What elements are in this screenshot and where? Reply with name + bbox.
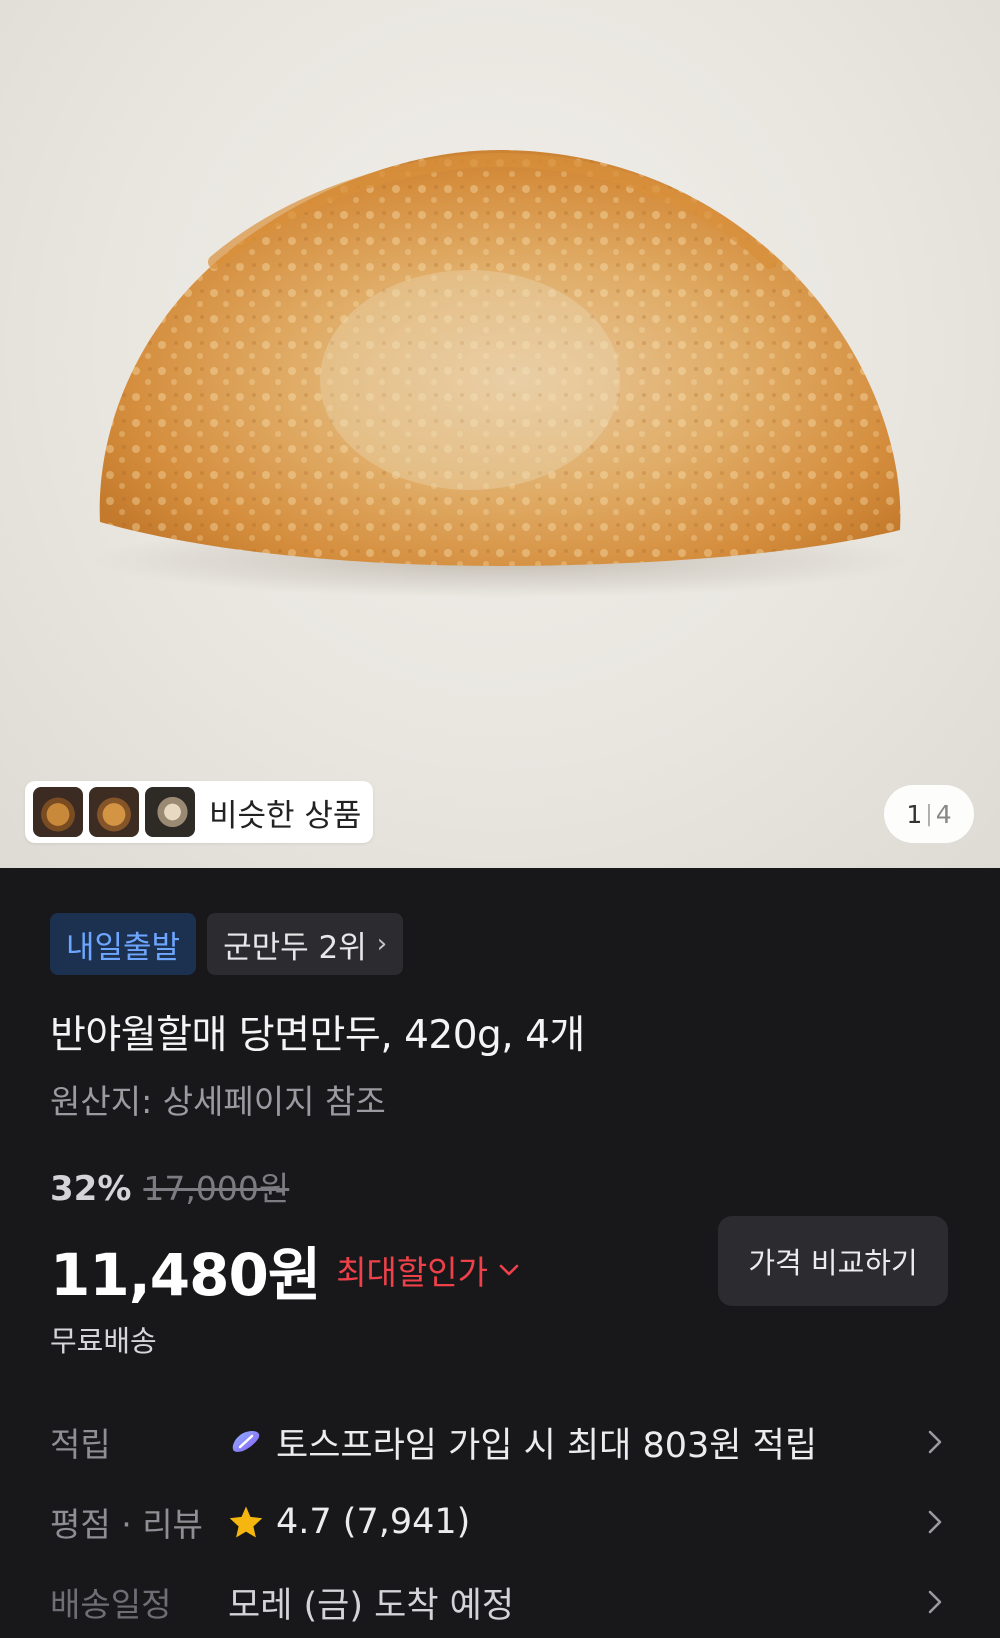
rating-value: 4.7 (7,941) [276,1502,471,1542]
delivery-schedule-value: 모레 (금) 도착 예정 [228,1585,515,1626]
product-badges: 내일출발 군만두 2위 › [50,913,404,975]
price-row: 11,480원 최대할인가 [50,1228,520,1312]
similar-product-thumbnail [145,787,195,837]
total-pages: 4 [935,799,952,829]
chevron-right-icon [928,1590,942,1614]
image-page-indicator: 1 | 4 [884,785,974,843]
chevron-right-icon [928,1430,942,1454]
chevron-right-icon: › [376,929,388,959]
delivery-schedule-row[interactable]: 배송일정 모레 (금) 도착 예정 [50,1572,950,1632]
current-page: 1 [906,799,923,829]
product-origin: 원산지: 상세페이지 참조 [50,1082,386,1121]
discount-row: 32% 17,000원 [50,1162,289,1210]
next-day-delivery-badge: 내일출발 [50,913,197,975]
rating-review-label: 평점 · 리뷰 [50,1505,203,1544]
dumpling-photo [90,150,910,598]
similar-products-label: 비슷한 상품 [209,797,362,834]
free-shipping-text: 무료배송 [50,1324,157,1358]
similar-products-chip[interactable]: 비슷한 상품 [25,781,373,843]
product-title: 반야월할매 당면만두, 420g, 4개 [50,1013,585,1058]
max-discount-label: 최대할인가 [336,1253,488,1292]
page-separator: | [925,801,933,827]
product-image[interactable]: 비슷한 상품 1 | 4 [0,0,1000,868]
toss-prime-icon [232,1430,260,1452]
similar-product-thumbnail [89,787,139,837]
sale-price: 11,480원 [50,1241,321,1309]
points-row[interactable]: 적립 토스프라임 가입 시 최대 803원 적립 [50,1412,950,1472]
star-icon [229,1506,263,1538]
next-day-delivery-label: 내일출발 [66,929,181,966]
chevron-right-icon [928,1510,942,1534]
chevron-down-icon [499,1264,519,1276]
max-discount-toggle[interactable]: 최대할인가 [336,1246,520,1294]
points-label: 적립 [50,1425,111,1464]
discount-rate: 32% [50,1169,132,1209]
rating-review-row[interactable]: 평점 · 리뷰 4.7 (7,941) [50,1492,950,1552]
compare-price-button[interactable]: 가격 비교하기 [718,1216,948,1306]
category-rank-label: 군만두 2위 [223,929,367,966]
original-price: 17,000원 [143,1169,290,1208]
category-rank-badge[interactable]: 군만두 2위 › [207,913,404,975]
points-value: 토스프라임 가입 시 최대 803원 적립 [276,1425,818,1466]
delivery-schedule-label: 배송일정 [50,1585,172,1624]
similar-product-thumbnail [33,787,83,837]
